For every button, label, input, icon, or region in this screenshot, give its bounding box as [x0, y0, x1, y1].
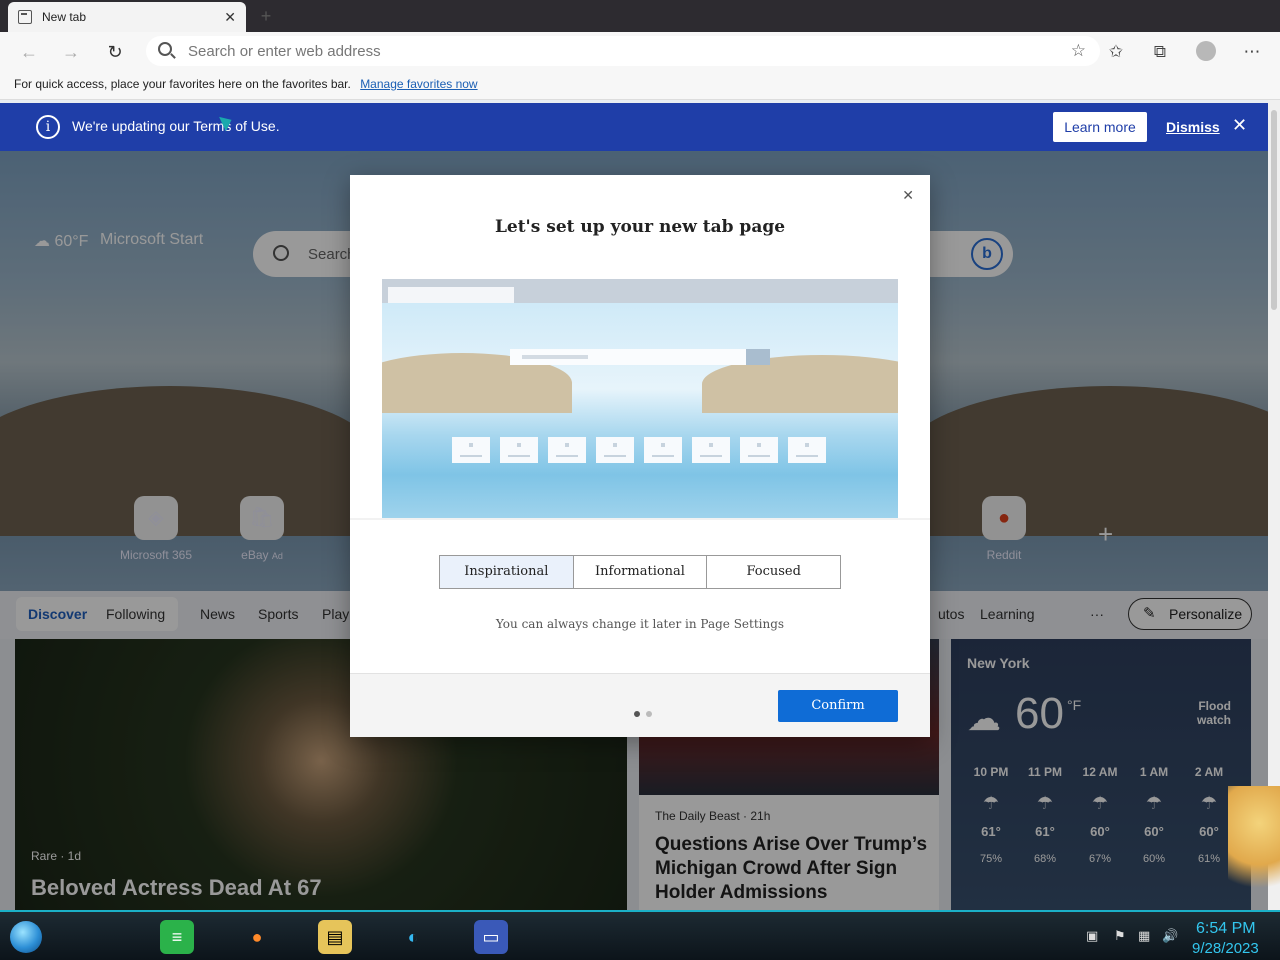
- refresh-icon[interactable]: ↻: [102, 39, 128, 65]
- preview-tile: [452, 437, 490, 463]
- preview-scene: [382, 303, 898, 518]
- preview-tile: [548, 437, 586, 463]
- more-options-icon[interactable]: ⋯: [1240, 40, 1264, 64]
- address-bar[interactable]: Search or enter web address ☆: [146, 36, 1100, 66]
- browser-toolbar: ← → ↻ Search or enter web address ☆ ✩ ⧉ …: [0, 32, 1280, 70]
- favorites-bar-hint: For quick access, place your favorites h…: [14, 77, 351, 91]
- flag-icon[interactable]: ⚑: [1114, 928, 1126, 944]
- tab-new-tab[interactable]: New tab ✕: [8, 2, 246, 32]
- favorites-bar: For quick access, place your favorites h…: [0, 70, 1280, 100]
- terms-banner-text: We're updating our Terms of Use.: [72, 118, 280, 134]
- desktop-mascot: [1228, 786, 1280, 910]
- notes-app-icon[interactable]: ≡: [160, 920, 194, 954]
- confirm-button[interactable]: Confirm: [778, 690, 898, 722]
- preview-search-line: [522, 355, 588, 359]
- layout-selector: Inspirational Informational Focused: [439, 555, 841, 589]
- preview-tile: [692, 437, 730, 463]
- clock-time[interactable]: 6:54 PM: [1196, 920, 1256, 938]
- preview-tile: [644, 437, 682, 463]
- step-dot: [646, 711, 652, 717]
- clock-date[interactable]: 9/28/2023: [1192, 940, 1259, 957]
- option-focused[interactable]: Focused: [707, 556, 840, 588]
- manage-favorites-link[interactable]: Manage favorites now: [360, 77, 477, 91]
- terms-banner: i We're updating our Terms of Use. Learn…: [0, 103, 1268, 151]
- preview-search-button: [746, 349, 770, 365]
- preview-tile: [500, 437, 538, 463]
- start-button[interactable]: [10, 921, 42, 953]
- tab-strip: New tab ✕ +: [0, 0, 1280, 32]
- dismiss-link[interactable]: Dismiss: [1166, 119, 1220, 135]
- info-icon: i: [36, 115, 60, 139]
- volume-icon[interactable]: 🔊: [1162, 928, 1178, 944]
- preview-tile: [596, 437, 634, 463]
- setup-dialog: ✕ Let's set up your new tab page Inspira…: [350, 175, 930, 737]
- tab-title: New tab: [42, 10, 87, 24]
- step-dots: [634, 704, 658, 722]
- close-tab-icon[interactable]: ✕: [224, 9, 236, 26]
- new-tab-page-icon: [18, 10, 32, 24]
- tray-app-icon[interactable]: ▣: [1086, 928, 1098, 944]
- close-dialog-icon[interactable]: ✕: [902, 187, 914, 204]
- forward-icon[interactable]: →: [58, 39, 84, 65]
- preview-tab: [388, 287, 514, 303]
- dialog-title: Let's set up your new tab page: [494, 217, 786, 237]
- screen: New tab ✕ + ← → ↻ Search or enter web ad…: [0, 0, 1280, 960]
- taskbar: ≡ ● ▤ ◐ ▭ ▣ ⚑ ▦ 🔊 6:54 PM 9/28/2023: [0, 910, 1280, 960]
- file-explorer-icon[interactable]: ▤: [318, 920, 352, 954]
- close-banner-icon[interactable]: ✕: [1232, 115, 1247, 136]
- divider: [350, 518, 930, 520]
- collections-icon[interactable]: ⧉: [1148, 40, 1172, 64]
- preview-tile: [740, 437, 778, 463]
- settings-hint: You can always change it later in Page S…: [495, 617, 785, 631]
- search-icon: [158, 42, 172, 56]
- network-icon[interactable]: ▦: [1138, 928, 1150, 944]
- preview-tile: [788, 437, 826, 463]
- scrollbar-thumb[interactable]: [1271, 110, 1277, 310]
- back-icon[interactable]: ←: [16, 39, 42, 65]
- step-dot-active: [634, 711, 640, 717]
- preview-search-bar: [510, 349, 770, 365]
- address-placeholder: Search or enter web address: [188, 43, 381, 60]
- edge-icon[interactable]: ◐: [396, 920, 430, 954]
- profile-avatar[interactable]: [1196, 41, 1216, 61]
- add-favorite-icon[interactable]: ☆: [1071, 41, 1086, 61]
- dialog-footer: Confirm: [350, 673, 930, 737]
- favorites-icon[interactable]: ✩: [1104, 40, 1128, 64]
- new-tab-button[interactable]: +: [256, 6, 276, 26]
- firefox-icon[interactable]: ●: [240, 920, 274, 954]
- learn-more-button[interactable]: Learn more: [1053, 112, 1147, 142]
- option-informational[interactable]: Informational: [574, 556, 708, 588]
- app-window-icon[interactable]: ▭: [474, 920, 508, 954]
- option-inspirational[interactable]: Inspirational: [440, 556, 574, 588]
- layout-preview: [382, 279, 898, 518]
